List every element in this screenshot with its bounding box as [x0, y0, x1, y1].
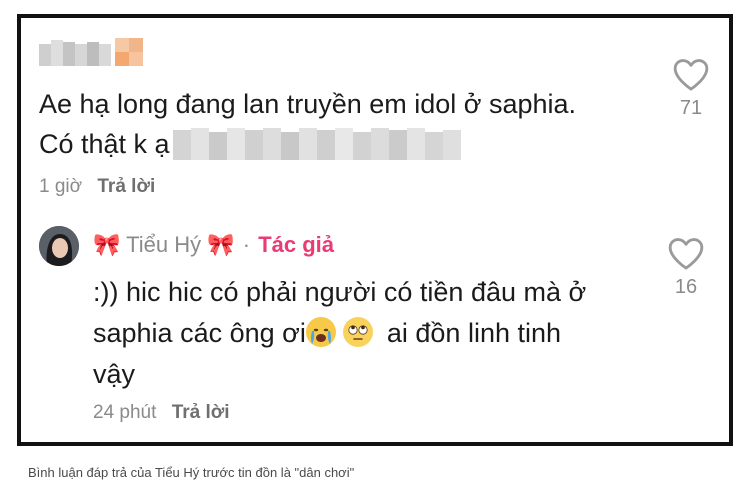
comment-2-meta: 24 phút Trả lời — [93, 402, 230, 424]
comment-2-author-line: 🎀 Tiểu Hý 🎀 · Tác giả — [93, 232, 334, 258]
avatar-image — [39, 226, 79, 266]
comment-1-text-line-2: Có thật k ạ — [39, 124, 170, 165]
comment-2-author-name[interactable]: Tiểu Hý — [126, 232, 201, 257]
comment-2-reply-button[interactable]: Trả lời — [172, 402, 230, 423]
author-prefix-bow-icon: 🎀 — [93, 232, 127, 257]
comment-2-text-line-2-b: ai đồn linh tinh — [386, 318, 562, 348]
comment-1-heart-icon[interactable] — [672, 56, 710, 92]
comment-1-text-line-2-visible: Có thật k ạ — [39, 129, 170, 159]
comment-1-reply-button[interactable]: Trả lời — [97, 176, 155, 197]
redacted-username — [39, 38, 149, 74]
author-suffix-bow-icon: 🎀 — [207, 232, 235, 257]
comment-2-text-line-2: saphia các ông ơi ai đồn linh tinh — [93, 313, 561, 354]
eye-roll-face-icon — [343, 317, 374, 347]
author-badge: Tác giả — [258, 232, 335, 257]
separator-dot: · — [242, 232, 251, 257]
comment-2-like-count: 16 — [674, 276, 698, 298]
crying-face-icon — [305, 317, 336, 347]
comment-1-text-line-1: Ae hạ long đang lan truyền em idol ở sap… — [39, 89, 577, 119]
screenshot-frame: Ae hạ long đang lan truyền em idol ở sap… — [17, 14, 733, 446]
comment-2-time: 24 phút — [93, 402, 157, 423]
comment-2-text-line-1: :)) hic hic có phải người có tiền đâu mà… — [93, 277, 587, 307]
comment-2-heart-icon[interactable] — [667, 235, 705, 271]
comment-2-text-line-3: vậy — [93, 359, 136, 389]
comment-1-like-count: 71 — [679, 97, 703, 119]
comment-1-time: 1 giờ — [39, 176, 83, 197]
redacted-text-block — [173, 128, 463, 162]
image-caption: Bình luận đáp trả của Tiểu Hý trước tin … — [28, 465, 355, 480]
avatar-photo-icon[interactable] — [39, 226, 79, 266]
comment-1-meta: 1 giờ Trả lời — [39, 176, 155, 198]
comment-2-text-line-2-a: saphia các ông ơi — [93, 318, 306, 348]
